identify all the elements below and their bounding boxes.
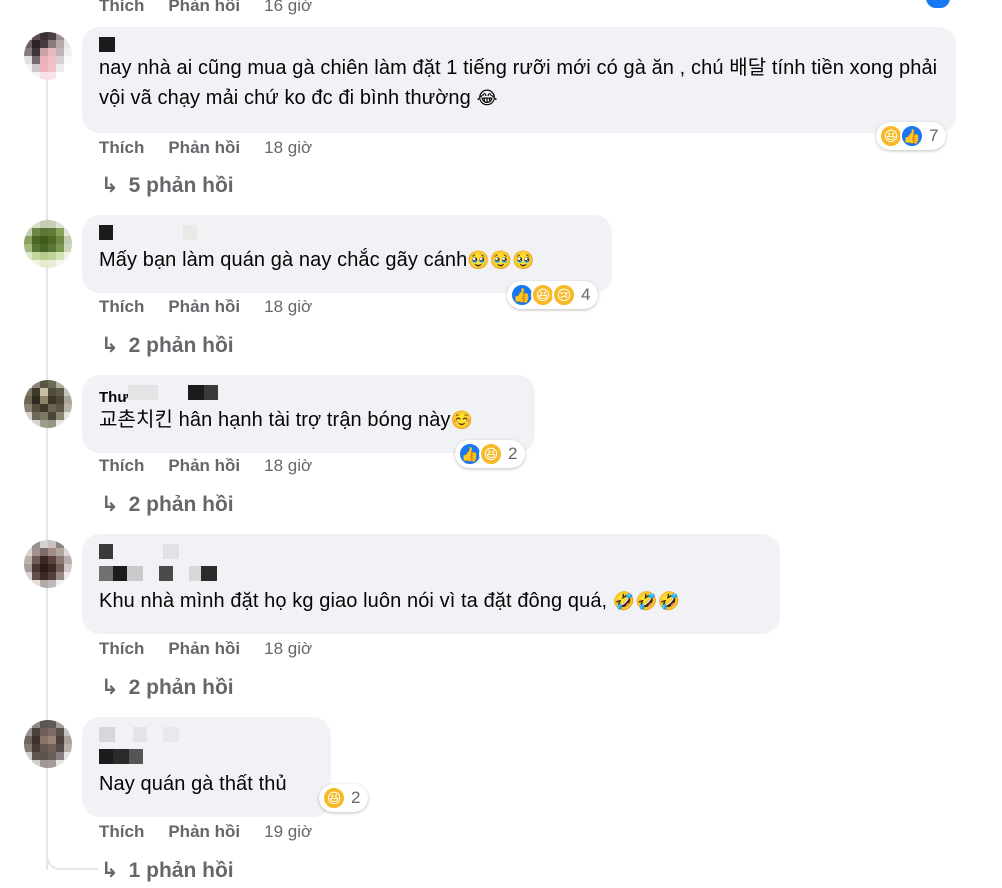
comment-body: Mấy bạn làm quán gà nay chắc gãy cánh <box>99 249 468 271</box>
comment-time[interactable]: 16 giờ <box>264 0 312 16</box>
comment-time[interactable]: 18 giờ <box>264 138 312 158</box>
reply-link[interactable]: Phản hồi <box>168 456 240 476</box>
commenter-name[interactable]: Thư <box>99 383 519 406</box>
avatar[interactable] <box>24 220 72 268</box>
commenter-name-line-2[interactable] <box>99 747 315 765</box>
avatar[interactable] <box>24 32 72 80</box>
comment-text: Khu nhà mình đặt họ kg giao luôn nói vì … <box>99 586 764 616</box>
avatar[interactable] <box>24 540 72 588</box>
comment-time[interactable]: 19 giờ <box>264 822 312 842</box>
commenter-name[interactable] <box>99 35 940 53</box>
replies-count: 2 phản hồi <box>128 676 234 699</box>
comment-actions: Thích Phản hồi 18 giờ <box>99 138 312 158</box>
commenter-name[interactable] <box>99 542 764 560</box>
comment-actions: Thích Phản hồi 18 giờ <box>99 297 312 317</box>
like-icon: 👍 <box>900 124 924 148</box>
view-replies-link[interactable]: ↳ 5 phản hồi <box>101 173 234 198</box>
comment-text: Nay quán gà thất thủ <box>99 769 315 799</box>
comment-text: nay nhà ai cũng mua gà chiên làm đặt 1 t… <box>99 53 940 113</box>
reply-link[interactable]: Phản hồi <box>168 297 240 317</box>
comment-bubble: Nay quán gà thất thủ <box>82 717 331 817</box>
view-replies-link[interactable]: ↳ 2 phản hồi <box>101 333 234 358</box>
comment-time[interactable]: 18 giờ <box>264 456 312 476</box>
view-replies-link[interactable]: ↳ 2 phản hồi <box>101 675 234 700</box>
reply-arrow-icon: ↳ <box>101 676 119 699</box>
comment-text: Mấy bạn làm quán gà nay chắc gãy cánh🥹🥹🥹 <box>99 245 596 275</box>
comment-time[interactable]: 18 giờ <box>264 297 312 317</box>
reply-arrow-icon: ↳ <box>101 174 119 197</box>
like-link[interactable]: Thích <box>99 138 144 158</box>
reply-link[interactable]: Phản hồi <box>168 639 240 659</box>
reply-arrow-icon: ↳ <box>101 859 119 882</box>
thread-connector <box>46 840 98 870</box>
reply-arrow-icon: ↳ <box>101 493 119 516</box>
reply-arrow-icon: ↳ <box>101 334 119 357</box>
commenter-name-line-2[interactable] <box>99 564 764 582</box>
comment-bubble: nay nhà ai cũng mua gà chiên làm đặt 1 t… <box>82 27 956 133</box>
reply-link[interactable]: Phản hồi <box>168 138 240 158</box>
view-replies-link[interactable]: ↳ 1 phản hồi <box>101 858 234 883</box>
comment-thread: Thích Phản hồi 16 giờ nay nhà ai cũng mu… <box>0 0 1002 888</box>
rolling-laughing-icon: 🤣🤣🤣 <box>612 591 681 611</box>
pleading-face-icon: 🥹🥹🥹 <box>467 250 535 270</box>
comment-body: Khu nhà mình đặt họ kg giao luôn nói vì … <box>99 590 608 612</box>
reaction-count: 4 <box>581 285 591 304</box>
commenter-name-text: Thư <box>99 388 129 406</box>
reply-link[interactable]: Phản hồi <box>168 0 240 16</box>
comment-bubble: Khu nhà mình đặt họ kg giao luôn nói vì … <box>82 534 780 634</box>
avatar[interactable] <box>24 720 72 768</box>
reaction-summary[interactable]: 👍 😆 2 <box>455 440 526 468</box>
comment-body: nay nhà ai cũng mua gà chiên làm đặt 1 t… <box>99 57 938 109</box>
replies-count: 5 phản hồi <box>128 174 234 197</box>
comment-body: 교촌치킨 hân hạnh tài trợ trận bóng này <box>99 409 451 431</box>
reply-link[interactable]: Phản hồi <box>168 822 240 842</box>
avatar[interactable] <box>24 380 72 428</box>
view-replies-link[interactable]: ↳ 2 phản hồi <box>101 492 234 517</box>
replies-count: 2 phản hồi <box>128 334 234 357</box>
smiling-face-icon: ☺️ <box>450 410 474 430</box>
like-link[interactable]: Thích <box>99 456 144 476</box>
like-link[interactable]: Thích <box>99 822 144 842</box>
reaction-count: 7 <box>929 126 939 145</box>
comment-actions: Thích Phản hồi 18 giờ <box>99 639 312 659</box>
reaction-count: 2 <box>351 788 361 807</box>
like-link[interactable]: Thích <box>99 0 144 16</box>
haha-icon: 😆 <box>479 442 503 466</box>
like-link[interactable]: Thích <box>99 297 144 317</box>
previous-comment-actions: Thích Phản hồi 16 giờ <box>99 0 312 16</box>
reaction-count: 2 <box>508 444 518 463</box>
comment-body: Nay quán gà thất thủ <box>99 773 287 795</box>
commenter-name[interactable] <box>99 223 596 241</box>
laughing-emoji-icon: 😂 <box>476 88 498 108</box>
like-link[interactable]: Thích <box>99 639 144 659</box>
reaction-summary[interactable]: 👍 😆 😢 4 <box>507 281 599 309</box>
replies-count: 2 phản hồi <box>128 493 234 516</box>
comment-time[interactable]: 18 giờ <box>264 639 312 659</box>
sad-icon: 😢 <box>552 283 576 307</box>
reaction-summary[interactable]: 😆 2 <box>319 784 369 812</box>
haha-icon: 😆 <box>322 786 346 810</box>
replies-count: 1 phản hồi <box>128 859 234 882</box>
comment-actions: Thích Phản hồi 18 giờ <box>99 456 312 476</box>
commenter-name[interactable] <box>99 725 315 743</box>
comment-actions: Thích Phản hồi 19 giờ <box>99 822 312 842</box>
reaction-summary[interactable]: 😆 👍 7 <box>876 122 947 150</box>
like-icon[interactable] <box>924 0 952 10</box>
comment-text: 교촌치킨 hân hạnh tài trợ trận bóng này☺️ <box>99 405 519 435</box>
